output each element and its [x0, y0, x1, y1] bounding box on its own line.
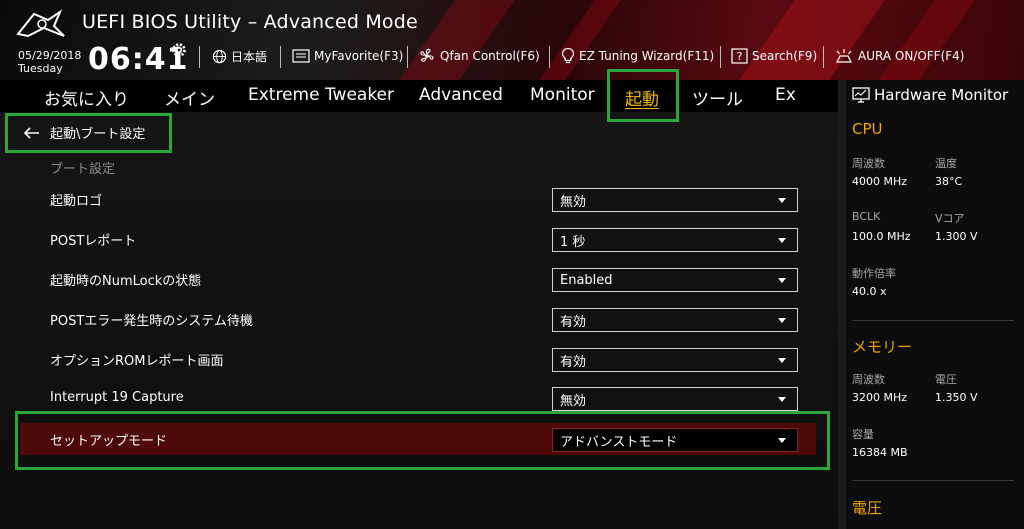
- monitor-icon: [852, 87, 870, 103]
- cpu-ratio-label: 動作倍率: [852, 267, 896, 280]
- wait-for-error-select[interactable]: 有効: [552, 308, 798, 332]
- day-text: Tuesday: [18, 62, 63, 75]
- lightbulb-icon: [561, 47, 575, 64]
- annotation-box-breadcrumb: [5, 113, 172, 153]
- toolbar-divider: [407, 46, 408, 68]
- toolbar-divider: [199, 46, 200, 68]
- cpu-ratio-value: 40.0 x: [852, 285, 887, 298]
- annotation-box-boot-tab: [607, 69, 679, 122]
- memory-capacity-label: 容量: [852, 428, 874, 441]
- toolbar-divider: [823, 46, 824, 68]
- setting-label-post-report: POSTレポート: [50, 234, 137, 249]
- memory-capacity-value: 16384 MB: [852, 446, 908, 459]
- cpu-bclk-label: BCLK: [852, 210, 881, 223]
- tab-extreme-tweaker[interactable]: Extreme Tweaker: [248, 85, 394, 105]
- dropdown-value: 有効: [560, 314, 587, 330]
- chevron-down-icon: [778, 358, 786, 363]
- dropdown-value: Enabled: [560, 272, 613, 288]
- voltage-heading: 電圧: [852, 499, 883, 517]
- option-rom-select[interactable]: 有効: [552, 348, 798, 372]
- cpu-heading: CPU: [852, 120, 883, 138]
- section-heading: ブート設定: [50, 162, 116, 177]
- cpu-temp-label: 温度: [935, 157, 957, 170]
- app-title: UEFI BIOS Utility – Advanced Mode: [82, 11, 418, 33]
- ez-tuning-wizard-label: EZ Tuning Wizard(F11): [579, 49, 715, 63]
- language-button[interactable]: 日本語: [212, 46, 267, 66]
- cpu-vcore-label: Vコア: [935, 212, 965, 225]
- toolbar-divider: [720, 46, 721, 68]
- svg-text:?: ?: [737, 50, 743, 63]
- rog-logo-icon: [16, 9, 65, 38]
- tab-main[interactable]: メイン: [164, 85, 215, 110]
- myfavorite-label: MyFavorite(F3): [314, 49, 404, 63]
- chevron-down-icon: [778, 318, 786, 323]
- search-button[interactable]: ? Search(F9): [731, 46, 817, 66]
- dropdown-value: 無効: [560, 393, 587, 409]
- setting-label-option-rom: オプションROMレポート画面: [50, 354, 224, 369]
- title-bar: UEFI BIOS Utility – Advanced Mode 05/29/…: [0, 0, 1024, 80]
- setting-label-wait-for-error: POSTエラー発生時のシステム待機: [50, 314, 253, 329]
- chevron-down-icon: [778, 198, 786, 203]
- chevron-down-icon: [778, 397, 786, 402]
- ez-tuning-wizard-button[interactable]: EZ Tuning Wizard(F11): [561, 46, 714, 66]
- tab-advanced[interactable]: Advanced: [419, 85, 503, 105]
- qfan-control-label: Qfan Control(F6): [440, 49, 540, 63]
- memory-volt-label: 電圧: [935, 373, 957, 386]
- cpu-temp-value: 38°C: [935, 175, 963, 188]
- language-label: 日本語: [231, 49, 268, 64]
- setting-label-interrupt-19: Interrupt 19 Capture: [50, 390, 184, 405]
- setting-label-boot-logo: 起動ロゴ: [50, 194, 103, 209]
- hardware-monitor-panel: Hardware Monitor CPU 周波数 温度 4000 MHz 38°…: [838, 80, 1024, 529]
- tab-monitor[interactable]: Monitor: [530, 85, 595, 105]
- memory-freq-label: 周波数: [852, 373, 885, 386]
- memory-freq-value: 3200 MHz: [852, 391, 908, 404]
- hardware-monitor-title: Hardware Monitor: [874, 86, 1009, 104]
- dropdown-value: 無効: [560, 194, 587, 210]
- gear-icon[interactable]: [171, 42, 187, 58]
- aura-toggle-button[interactable]: AURA ON/OFF(F4): [834, 46, 964, 66]
- chevron-down-icon: [778, 278, 786, 283]
- dropdown-value: 1 秒: [560, 234, 586, 250]
- memory-volt-value: 1.350 V: [935, 391, 978, 404]
- toolbar-divider: [549, 46, 550, 68]
- date-text: 05/29/2018: [18, 49, 82, 62]
- chevron-down-icon: [778, 238, 786, 243]
- memory-heading: メモリー: [852, 338, 913, 356]
- numlock-select[interactable]: Enabled: [552, 268, 798, 292]
- cpu-bclk-value: 100.0 MHz: [852, 230, 911, 243]
- globe-icon: [212, 49, 227, 63]
- fan-icon: [420, 48, 434, 62]
- tab-exit[interactable]: Ex: [775, 85, 796, 105]
- tab-favorites[interactable]: お気に入り: [44, 85, 129, 110]
- section-divider: [852, 480, 1014, 481]
- post-report-select[interactable]: 1 秒: [552, 228, 798, 252]
- section-divider: [852, 320, 1014, 321]
- aura-label: AURA ON/OFF(F4): [858, 49, 965, 63]
- toolbar-divider: [280, 46, 281, 68]
- annotation-box-setup-mode: [15, 411, 830, 470]
- dropdown-value: 有効: [560, 354, 587, 370]
- boot-logo-select[interactable]: 無効: [552, 188, 798, 212]
- main-menu-tabs: お気に入り メイン Extreme Tweaker Advanced Monit…: [0, 80, 838, 112]
- interrupt-19-select[interactable]: 無効: [552, 387, 798, 411]
- myfavorite-button[interactable]: MyFavorite(F3): [292, 46, 403, 66]
- tab-tool[interactable]: ツール: [692, 85, 743, 110]
- cpu-freq-label: 周波数: [852, 157, 885, 170]
- qfan-control-button[interactable]: Qfan Control(F6): [418, 46, 540, 66]
- date-display[interactable]: 05/29/2018 Tuesday: [18, 49, 81, 75]
- favorite-list-icon: [292, 49, 310, 63]
- hardware-monitor-header: Hardware Monitor: [852, 86, 1008, 104]
- cpu-freq-value: 4000 MHz: [852, 175, 908, 188]
- cpu-vcore-value: 1.300 V: [935, 230, 978, 243]
- search-help-icon: ?: [731, 48, 748, 64]
- setting-label-numlock: 起動時のNumLockの状態: [50, 274, 202, 289]
- aura-light-icon: [836, 49, 852, 63]
- search-label: Search(F9): [752, 49, 818, 63]
